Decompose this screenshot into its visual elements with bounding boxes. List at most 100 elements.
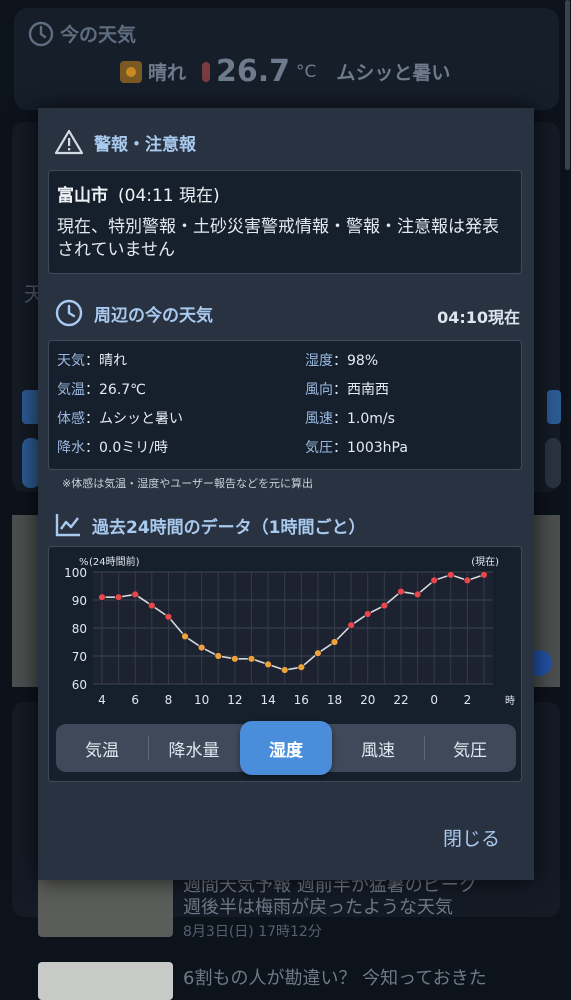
nearby-weather-grid: 天気：晴れ 湿度： 98% 気温： 26.7℃ 風向：西南西 体感：ムシッと暑い 風速： 1.0… [57, 351, 513, 459]
weather-row-key: 天気 [57, 353, 85, 369]
weather-row-sep: ： [333, 382, 347, 398]
weather-row-sep: ： [85, 440, 99, 456]
data-point [181, 632, 189, 641]
clock-icon [55, 299, 83, 327]
warning-header: 富山市 (04:11 現在) [57, 181, 513, 206]
data-type-tabs: 気温 降水量 湿度 風速 気圧 [56, 721, 516, 775]
weather-row-value: 西南西 [347, 382, 389, 398]
weather-row: 体感：ムシッと暑い [57, 409, 305, 430]
data-point [214, 652, 222, 660]
x-tick-label: 8 [165, 693, 173, 707]
current-weather-summary: 晴れ 26.7 °C ムシッと暑い [120, 54, 450, 89]
tab-3[interactable]: 風速 [332, 724, 424, 772]
bg-grey-tile[interactable] [545, 438, 561, 488]
bg-news-title-1[interactable]: 週間天気予報 週前半か猛暑のピーク 週後半は梅雨が戻ったような天気 [183, 875, 543, 919]
bg-temperature-unit: °C [296, 61, 317, 82]
y-tick-label: 80 [72, 622, 87, 636]
data-point [463, 576, 472, 585]
weather-row-value: 晴れ [99, 353, 127, 369]
data-point [148, 601, 156, 610]
weather-row: 風向：西南西 [305, 380, 525, 401]
bg-news-thumb-2[interactable] [38, 962, 173, 1000]
data-point [131, 590, 139, 599]
tab-0[interactable]: 気温 [56, 724, 148, 772]
weather-row-sep: ： [333, 353, 347, 369]
x-tick-label: 16 [294, 693, 309, 707]
weather-row: 風速： 1.0m/s [305, 409, 525, 430]
warning-city: 富山市 [57, 186, 108, 206]
warning-time: (04:11 現在) [118, 186, 220, 206]
data-point [98, 593, 106, 601]
page-scrollbar[interactable] [565, 0, 570, 170]
weather-row-value: ムシッと暑い [99, 411, 183, 427]
x-tick-label: 12 [227, 693, 242, 707]
weather-row-sep: ： [85, 411, 99, 427]
data-point [280, 666, 289, 674]
current-weather-title: 今の天気 [28, 20, 136, 47]
history-title: 過去24時間のデータ（1時間ごと） [92, 517, 366, 538]
weather-row-value: 1.0m/s [347, 411, 395, 427]
y-tick-label: 90 [72, 594, 87, 608]
data-point [247, 655, 256, 663]
weather-detail-dialog: 警報・注意報 富山市 (04:11 現在) 現在、特別警報・土砂災害警戒情報・警… [38, 108, 534, 880]
warning-icon [54, 129, 84, 155]
weather-row: 気圧： 1003hPa [305, 438, 525, 459]
bg-temperature: 26.7 [216, 54, 291, 89]
bg-news-date-1: 8月3日(日) 17時12分 [183, 924, 322, 940]
weather-row-key: 気温 [57, 382, 85, 398]
data-point [297, 663, 306, 671]
tab-2[interactable]: 湿度 [240, 721, 332, 775]
bg-feel: ムシッと暑い [336, 62, 451, 84]
x-tick-label: 22 [393, 693, 408, 707]
data-point [164, 613, 173, 621]
y-tick-label: 100 [64, 566, 87, 580]
warning-section-head: 警報・注意報 [54, 128, 196, 156]
data-point [330, 638, 339, 646]
data-point [231, 655, 239, 663]
warning-message: 現在、特別警報・土砂災害警戒情報・警報・注意報は発表されていません [57, 217, 499, 260]
nearby-weather-box: 天気：晴れ 湿度： 98% 気温： 26.7℃ 風向：西南西 体感：ムシッと暑い 風速： 1.0… [48, 340, 522, 470]
bg-blue-button[interactable] [547, 390, 561, 424]
x-tick-label: 6 [131, 693, 139, 707]
bg-news-title-2[interactable]: 6割もの人が勘違い？ 今知っておきた [183, 968, 543, 990]
x-tick-label: 10 [194, 693, 209, 707]
tab-1[interactable]: 降水量 [148, 724, 240, 772]
weather-row-key: 気圧 [305, 440, 333, 456]
data-point [314, 649, 322, 657]
tab-4[interactable]: 気圧 [424, 724, 516, 772]
data-point [430, 576, 438, 585]
data-point [447, 571, 455, 579]
data-point [347, 621, 355, 629]
data-point [380, 601, 389, 610]
bg-news-thumb-1[interactable] [38, 875, 173, 937]
x-tick-label: 4 [98, 693, 106, 707]
data-point [114, 593, 123, 601]
y-tick-label: 70 [72, 650, 87, 664]
weather-row: 気温： 26.7℃ [57, 380, 305, 401]
weather-row-key: 風速 [305, 411, 333, 427]
right-note: (現在) [471, 556, 499, 568]
data-point [397, 587, 405, 596]
weather-row: 天気：晴れ [57, 351, 305, 372]
weather-row-sep: ： [333, 411, 347, 427]
clock-icon [28, 21, 54, 46]
weather-row-key: 湿度 [305, 353, 333, 369]
weather-row-value: 1003hPa [347, 440, 408, 456]
data-point [364, 610, 372, 618]
line-chart-icon [55, 514, 80, 537]
close-button[interactable]: 閉じる [443, 824, 500, 851]
weather-row-sep: ： [333, 440, 347, 456]
warning-title: 警報・注意報 [94, 134, 196, 155]
weather-row-value: 98% [347, 353, 379, 369]
weather-row-key: 風向 [305, 382, 333, 398]
y-tick-label: 60 [72, 678, 87, 692]
data-point [197, 643, 206, 652]
nearby-weather-time: 04:10現在 [437, 308, 520, 327]
x-tick-label: 14 [260, 693, 275, 707]
weather-row-value: 0.0ミリ/時 [99, 440, 168, 456]
weather-row-key: 体感 [57, 411, 85, 427]
warning-box: 富山市 (04:11 現在) 現在、特別警報・土砂災害警戒情報・警報・注意報は発… [48, 170, 522, 274]
bg-condition: 晴れ [148, 62, 187, 84]
weather-row-key: 降水 [57, 440, 85, 456]
weather-row-value: 26.7℃ [99, 382, 146, 398]
